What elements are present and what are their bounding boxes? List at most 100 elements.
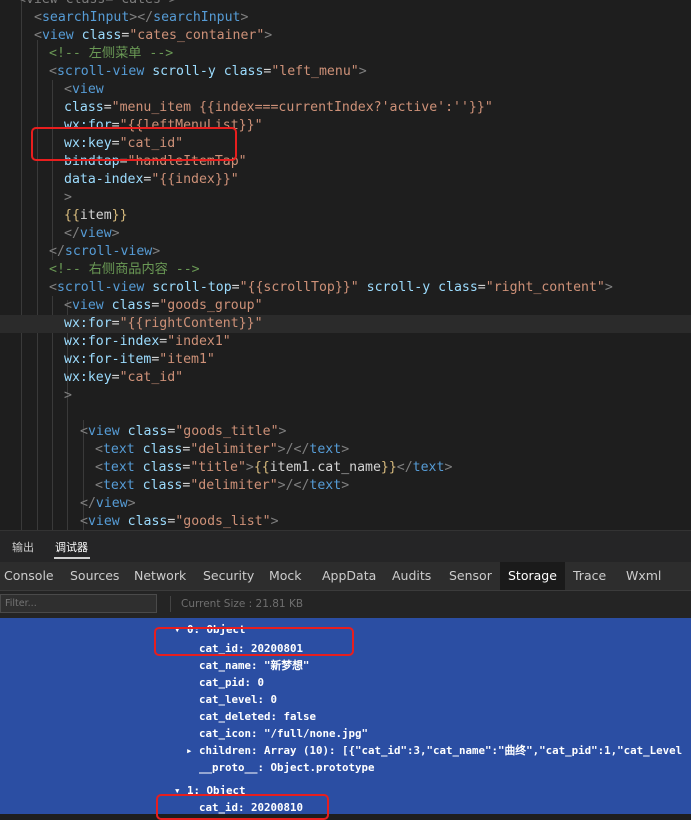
tab-debugger[interactable]: 调试器 (55, 539, 88, 555)
code-line: data-index="{{index}}" (0, 171, 691, 189)
code-token: < (49, 64, 57, 79)
code-token: text (102, 442, 135, 457)
tab-trace[interactable]: Trace (573, 562, 606, 590)
tab-audits[interactable]: Audits (392, 562, 431, 590)
code-token: scroll-view (64, 244, 153, 259)
code-line: <view class="goods_group" (0, 297, 691, 315)
code-token: class (134, 478, 183, 493)
bottom-panel-tabs: 输出 调试器 (0, 530, 691, 563)
code-token: < (95, 442, 103, 457)
tab-mock[interactable]: Mock (269, 562, 302, 590)
code-token: < (95, 478, 103, 493)
tab-wxml[interactable]: Wxml (626, 562, 661, 590)
tab-appdata[interactable]: AppData (322, 562, 376, 590)
code-line: wx:for="{{rightContent}}" (0, 315, 691, 333)
tab-sensor[interactable]: Sensor (449, 562, 492, 590)
code-token: text (102, 460, 135, 475)
code-token: {{ (253, 460, 270, 475)
tab-network[interactable]: Network (134, 562, 186, 590)
tree-prop-cat-pid: cat_pid: 0 (199, 676, 265, 689)
code-token: }} (380, 460, 397, 475)
code-token: wx:for (64, 118, 112, 133)
code-token: "delimiter" (190, 442, 278, 457)
code-token: "{{index}}" (151, 172, 239, 187)
code-token: text (102, 478, 135, 493)
code-line: <scroll-view scroll-top="{{scrollTop}}" … (0, 279, 691, 297)
code-token: item (79, 208, 112, 223)
toolbar-divider (170, 596, 171, 612)
code-token: "goods_list" (175, 514, 271, 529)
code-token: }} (111, 208, 128, 223)
code-token: "left_menu" (271, 64, 359, 79)
code-token: text (309, 478, 342, 493)
code-token: class (215, 64, 264, 79)
code-token: class (73, 28, 122, 43)
code-token: > (111, 226, 120, 241)
tab-output[interactable]: 输出 (12, 539, 34, 555)
code-token: > (341, 442, 350, 457)
code-token: >/</ (277, 478, 310, 493)
tree-prop-children[interactable]: ▸ children: Array (10): [{"cat_id":3,"ca… (186, 742, 682, 759)
code-line: <view class="goods_list"> (0, 513, 691, 530)
devtools-tab-bar: Console Sources Network Security Mock Ap… (0, 562, 691, 590)
code-token: view (87, 514, 120, 529)
code-token: class (119, 514, 168, 529)
code-line: wx:for-index="index1" (0, 333, 691, 351)
code-token: > (341, 478, 350, 493)
code-token: class (134, 460, 183, 475)
code-token: "handleItemTap" (127, 154, 247, 169)
code-token: bindtap (64, 154, 120, 169)
code-token: < (64, 298, 72, 313)
code-token: scroll-y (144, 64, 216, 79)
code-line: <text class="delimiter">/</text> (0, 477, 691, 495)
tree-prop-cat-id: cat_id: 20200801 (199, 642, 304, 655)
code-token: > (64, 388, 72, 403)
code-token: > (152, 244, 161, 259)
code-editor[interactable]: <view class="cates"><searchInput></searc… (0, 0, 691, 530)
code-token: > (264, 28, 273, 43)
code-token: "goods_group" (159, 298, 263, 313)
code-line: <view class="cates_container"> (0, 27, 691, 45)
code-token: wx:for (64, 316, 112, 331)
code-token: = (111, 136, 120, 151)
code-line: wx:key="cat_id" (0, 135, 691, 153)
storage-filter-bar: Current Size : 21.81 KB (0, 590, 691, 620)
code-token: wx:for-index (64, 334, 160, 349)
filter-input[interactable] (0, 594, 157, 613)
code-token: searchInput (153, 10, 241, 25)
tree-node-1-object[interactable]: ▾ 1: Object (174, 782, 246, 799)
code-token: < (34, 10, 42, 25)
code-token: text (412, 460, 445, 475)
code-line: </view> (0, 225, 691, 243)
code-line: </scroll-view> (0, 243, 691, 261)
code-token: = (119, 154, 128, 169)
code-line: <view (0, 81, 691, 99)
tree-prop-cat-deleted: cat_deleted: false (199, 710, 317, 723)
current-size-label: Current Size : 21.81 KB (181, 598, 304, 610)
code-line: <!-- 左侧菜单 --> (0, 45, 691, 63)
code-token: "item1" (159, 352, 215, 367)
code-line: </view> (0, 495, 691, 513)
code-token: "{{leftMenuList}}" (119, 118, 263, 133)
code-token: > (278, 424, 287, 439)
tab-storage[interactable]: Storage (500, 562, 565, 590)
tab-sources[interactable]: Sources (70, 562, 119, 590)
code-token: = (111, 370, 120, 385)
code-token: > (444, 460, 453, 475)
tree-prop-cat-level: cat_level: 0 (199, 693, 278, 706)
code-token: "{{scrollTop}}" (239, 280, 359, 295)
code-line: <scroll-view scroll-y class="left_menu"> (0, 63, 691, 81)
tree-node-0-object[interactable]: ▾ 0: Object (174, 621, 246, 638)
tab-security[interactable]: Security (203, 562, 254, 590)
code-token: {{ (64, 208, 80, 223)
tab-console[interactable]: Console (4, 562, 54, 590)
code-token: <!-- 左侧菜单 --> (49, 46, 174, 61)
tree-prop-proto[interactable]: __proto__: Object.prototype (199, 759, 375, 776)
code-token: searchInput (41, 10, 130, 25)
code-line: <searchInput></searchInput> (0, 9, 691, 27)
code-token: </ (49, 244, 65, 259)
code-token: scroll-view (56, 280, 145, 295)
code-token: "goods_title" (175, 424, 279, 439)
code-token: class (134, 442, 183, 457)
